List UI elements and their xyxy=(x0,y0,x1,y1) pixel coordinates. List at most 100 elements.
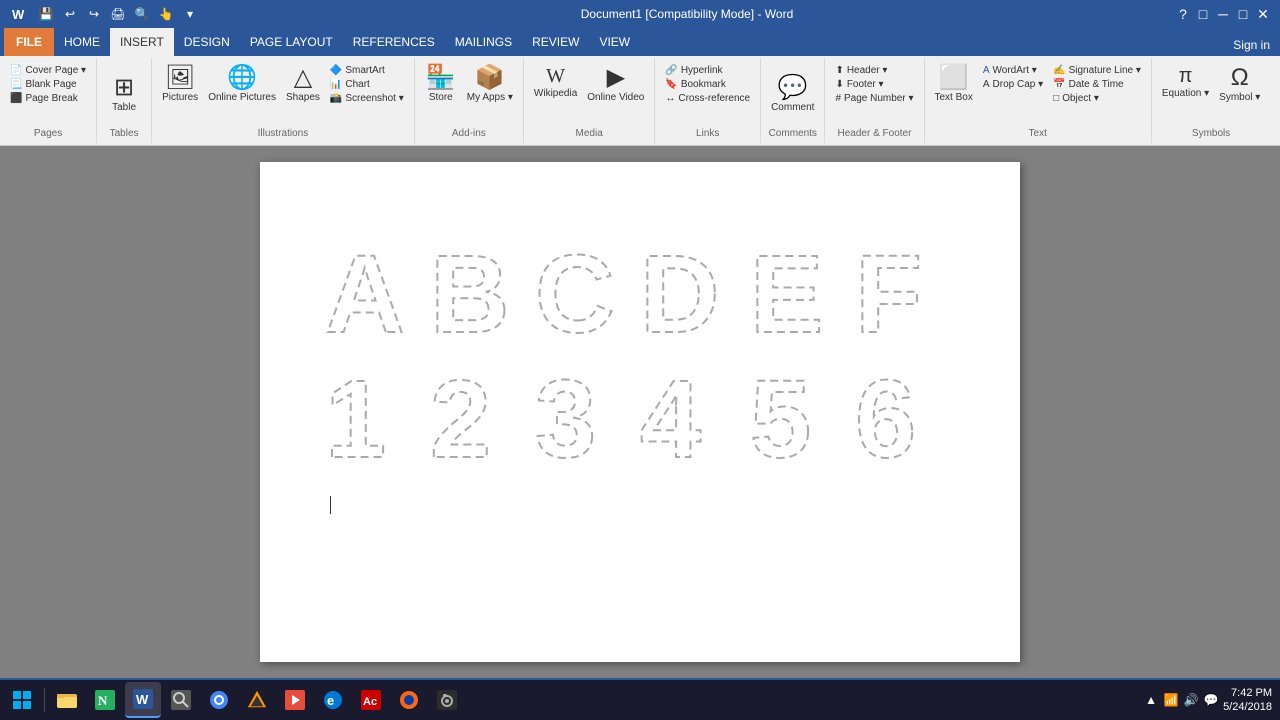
header-footer-col: ⬆ Header ▾ ⬇ Footer ▾ # Page Number ▾ xyxy=(831,64,917,105)
tab-page-layout[interactable]: PAGE LAYOUT xyxy=(240,28,343,56)
my-apps-btn[interactable]: 📦 My Apps ▾ xyxy=(463,64,517,105)
tab-review[interactable]: REVIEW xyxy=(522,28,589,56)
vlc-btn[interactable] xyxy=(239,682,275,718)
touch-icon[interactable]: 👆 xyxy=(156,4,176,24)
tab-insert[interactable]: INSERT xyxy=(110,28,174,56)
redo-quick-icon[interactable]: ↪ xyxy=(84,4,104,24)
minimize-btn[interactable]: ─ xyxy=(1214,5,1232,23)
tray-arrow-icon[interactable]: ▲ xyxy=(1143,692,1159,708)
help-btn[interactable]: ? xyxy=(1174,5,1192,23)
online-video-label: Online Video xyxy=(587,92,644,103)
text-box-btn[interactable]: ⬜ Text Box xyxy=(931,64,977,105)
tab-home[interactable]: HOME xyxy=(54,28,110,56)
text-cursor-area[interactable] xyxy=(328,496,960,514)
chart-btn[interactable]: 📊 Chart xyxy=(326,78,408,91)
drop-cap-btn[interactable]: A Drop Cap ▾ xyxy=(979,78,1047,91)
table-btn[interactable]: ⊞ Table xyxy=(104,64,144,124)
tab-design[interactable]: DESIGN xyxy=(174,28,240,56)
online-pictures-label: Online Pictures xyxy=(208,92,276,103)
signature-line-btn[interactable]: ✍ Signature Line ▾ xyxy=(1049,64,1145,77)
bookmark-btn[interactable]: 🔖 Bookmark xyxy=(661,78,754,91)
cover-page-btn[interactable]: 📄 Cover Page ▾ xyxy=(6,64,90,77)
object-btn[interactable]: □ Object ▾ xyxy=(1049,92,1145,105)
svg-text:2: 2 xyxy=(430,358,491,481)
chart-icon: 📊 xyxy=(330,79,342,90)
taskbar-right: ▲ 📶 🔊 💬 7:42 PM 5/24/2018 xyxy=(1143,686,1276,715)
video-btn[interactable] xyxy=(277,682,313,718)
svg-text:e: e xyxy=(327,693,334,708)
media-buttons: W Wikipedia ▶ Online Video xyxy=(528,60,650,128)
equation-btn[interactable]: π Equation ▾ xyxy=(1158,64,1213,101)
drop-cap-icon: A xyxy=(983,79,990,90)
edge-btn[interactable]: e xyxy=(315,682,351,718)
network-icon[interactable]: 📶 xyxy=(1163,692,1179,708)
online-video-btn[interactable]: ▶ Online Video xyxy=(583,64,648,105)
word-app-btn[interactable]: W xyxy=(125,682,161,718)
store-btn[interactable]: 🏪 Store xyxy=(421,64,461,105)
volume-icon[interactable]: 🔊 xyxy=(1183,692,1199,708)
firefox-btn[interactable] xyxy=(391,682,427,718)
acrobat-btn[interactable]: Ac xyxy=(353,682,389,718)
ribbon-display-btn[interactable]: □ xyxy=(1194,5,1212,23)
start-btn[interactable] xyxy=(4,682,40,718)
save-quick-icon[interactable]: 💾 xyxy=(36,4,56,24)
footer-btn[interactable]: ⬇ Footer ▾ xyxy=(831,78,917,91)
clock-date: 5/24/2018 xyxy=(1223,700,1272,714)
screenshot-btn[interactable]: 📸 Screenshot ▾ xyxy=(326,92,408,105)
title-bar-left: W 💾 ↩ ↪ 🖨 🔍 👆 ▾ xyxy=(8,4,200,24)
sign-in-link[interactable]: Sign in xyxy=(1223,34,1280,56)
header-btn[interactable]: ⬆ Header ▾ xyxy=(831,64,917,77)
svg-text:D: D xyxy=(640,233,719,356)
customize-quick-icon[interactable]: 🖨 xyxy=(108,4,128,24)
comments-buttons: 💬 Comment xyxy=(765,60,820,128)
wordart-btn[interactable]: A WordArt ▾ xyxy=(979,64,1047,77)
hyperlink-btn[interactable]: 🔗 Hyperlink xyxy=(661,64,754,77)
wikipedia-btn[interactable]: W Wikipedia xyxy=(530,64,581,101)
date-time-btn[interactable]: 📅 Date & Time xyxy=(1049,78,1145,91)
tab-references[interactable]: REFERENCES xyxy=(343,28,445,56)
online-pictures-btn[interactable]: 🌐 Online Pictures xyxy=(204,64,280,105)
comment-btn[interactable]: 💬 Comment xyxy=(767,64,818,124)
store-icon: 🏪 xyxy=(426,66,456,90)
tab-mailings[interactable]: MAILINGS xyxy=(445,28,522,56)
symbol-btn[interactable]: Ω Symbol ▾ xyxy=(1215,64,1264,105)
title-bar: W 💾 ↩ ↪ 🖨 🔍 👆 ▾ Document1 [Compatibility… xyxy=(0,0,1280,28)
taskbar-clock[interactable]: 7:42 PM 5/24/2018 xyxy=(1223,686,1272,715)
bookmark-label: Bookmark xyxy=(681,79,726,90)
blank-page-icon: 📃 xyxy=(10,79,22,90)
svg-text:W: W xyxy=(12,7,25,22)
cross-reference-icon: ↔ xyxy=(665,93,675,104)
svg-text:E: E xyxy=(750,233,823,356)
comment-icon: 💬 xyxy=(778,76,808,100)
tab-file[interactable]: FILE xyxy=(4,28,54,56)
wikipedia-label: Wikipedia xyxy=(534,88,577,99)
shapes-btn[interactable]: △ Shapes xyxy=(282,64,324,105)
search-btn[interactable] xyxy=(163,682,199,718)
explorer-btn[interactable] xyxy=(49,682,85,718)
smartart-btn[interactable]: 🔷 SmartArt xyxy=(326,64,408,77)
drop-cap-label: Drop Cap ▾ xyxy=(993,79,1044,90)
tab-view[interactable]: VIEW xyxy=(589,28,640,56)
object-icon: □ xyxy=(1053,93,1059,104)
page-number-btn[interactable]: # Page Number ▾ xyxy=(831,92,917,105)
blank-page-btn[interactable]: 📃 Blank Page xyxy=(6,78,90,91)
close-btn[interactable]: ✕ xyxy=(1254,5,1272,23)
undo-quick-icon[interactable]: ↩ xyxy=(60,4,80,24)
symbol-label: Symbol ▾ xyxy=(1219,92,1260,103)
document-scroll-area[interactable]: .dash-letter { font-family: Arial Black,… xyxy=(0,146,1280,678)
camera-btn[interactable] xyxy=(429,682,465,718)
cross-reference-btn[interactable]: ↔ Cross-reference xyxy=(661,92,754,105)
online-video-icon: ▶ xyxy=(607,66,625,90)
document-page[interactable]: .dash-letter { font-family: Arial Black,… xyxy=(260,162,1020,662)
print-preview-icon[interactable]: 🔍 xyxy=(132,4,152,24)
chrome-btn[interactable] xyxy=(201,682,237,718)
pictures-btn[interactable]: 🖼 Pictures xyxy=(158,64,202,105)
header-icon: ⬆ xyxy=(835,65,843,76)
my-apps-label: My Apps ▾ xyxy=(467,92,513,103)
word-notepad-btn[interactable]: N xyxy=(87,682,123,718)
maximize-btn[interactable]: □ xyxy=(1234,5,1252,23)
more-quick-icon[interactable]: ▾ xyxy=(180,4,200,24)
links-buttons: 🔗 Hyperlink 🔖 Bookmark ↔ Cross-reference xyxy=(659,60,756,128)
notification-icon[interactable]: 💬 xyxy=(1203,692,1219,708)
page-break-btn[interactable]: ⬛ Page Break xyxy=(6,92,90,105)
